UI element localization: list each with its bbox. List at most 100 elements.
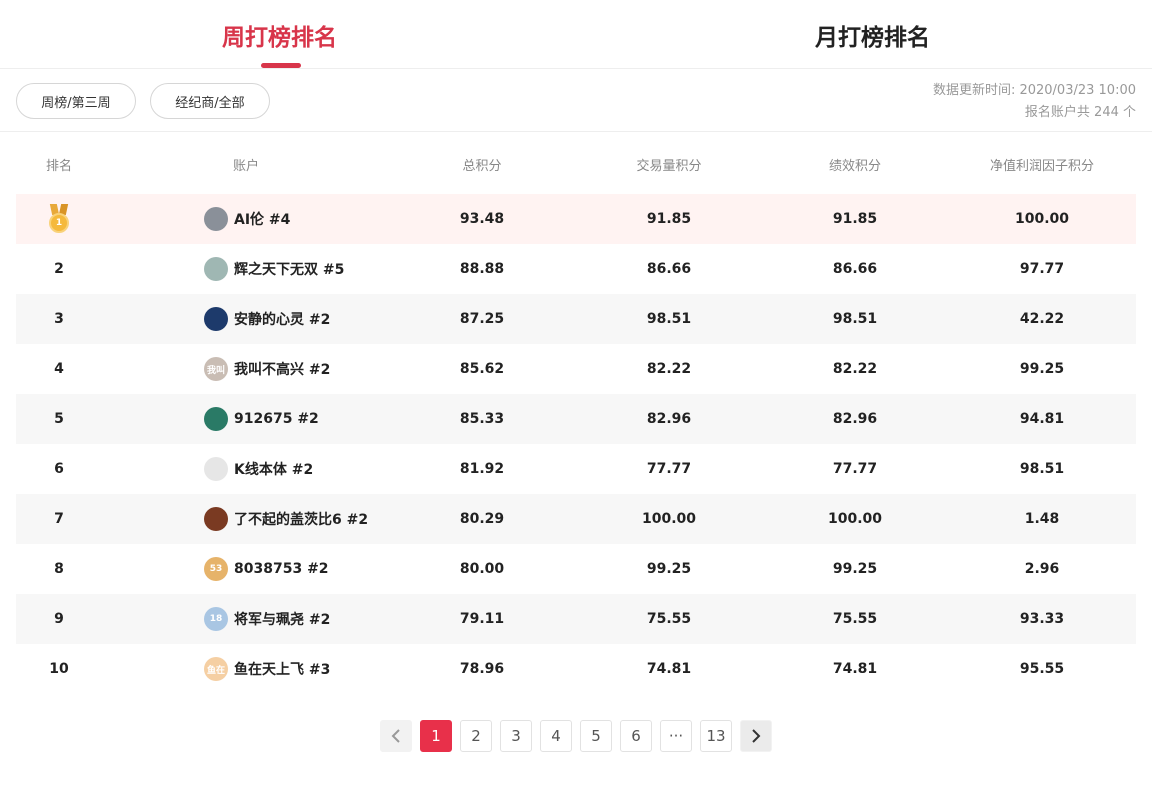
nav-factor-score-cell: 95.55 xyxy=(1019,661,1065,677)
avatar: 18 xyxy=(204,607,228,631)
account-cell[interactable]: 我叫 我叫不高兴 #2 xyxy=(204,344,444,394)
account-cell[interactable]: 辉之天下无双 #5 xyxy=(204,244,444,294)
active-tab-indicator xyxy=(261,63,301,68)
account-cell[interactable]: AI伦 #4 xyxy=(204,194,444,244)
volume-score-cell: 82.96 xyxy=(646,411,692,427)
account-name[interactable]: 鱼在天上飞 #3 xyxy=(234,659,330,679)
total-score-cell: 79.11 xyxy=(459,611,505,627)
table-header: 排名 账户 总积分 交易量积分 绩效积分 净值利润因子积分 xyxy=(16,140,1136,188)
account-cell[interactable]: 鱼在 鱼在天上飞 #3 xyxy=(204,644,444,694)
nav-factor-score-cell: 99.25 xyxy=(1019,361,1065,377)
column-header-total: 总积分 xyxy=(462,159,502,174)
account-name[interactable]: AI伦 #4 xyxy=(234,209,290,229)
volume-score-cell: 98.51 xyxy=(646,311,692,327)
rank-cell: 9 xyxy=(54,611,64,627)
total-score-cell: 93.48 xyxy=(459,211,505,227)
rank-cell: 2 xyxy=(54,261,64,277)
pagination: 1 2 3 4 5 6 ··· 13 xyxy=(0,720,1152,752)
total-score-cell: 85.62 xyxy=(459,361,505,377)
account-name[interactable]: 8038753 #2 xyxy=(234,561,329,577)
account-name[interactable]: 将军与珮尧 #2 xyxy=(234,609,330,629)
account-cell[interactable]: 53 8038753 #2 xyxy=(204,544,444,594)
chevron-left-icon[interactable] xyxy=(380,720,412,752)
nav-factor-score-cell: 42.22 xyxy=(1019,311,1065,327)
table-row[interactable]: 5 912675 #2 85.33 82.96 82.96 94.81 xyxy=(16,394,1136,444)
performance-score-cell: 100.00 xyxy=(827,511,883,527)
page-button[interactable]: 3 xyxy=(500,720,532,752)
period-filter-button[interactable]: 周榜/第三周 xyxy=(16,83,136,119)
account-name[interactable]: 辉之天下无双 #5 xyxy=(234,259,344,279)
account-name[interactable]: 了不起的盖茨比6 #2 xyxy=(234,509,368,529)
page-button[interactable]: 4 xyxy=(540,720,572,752)
account-cell[interactable]: K线本体 #2 xyxy=(204,444,444,494)
account-name[interactable]: K线本体 #2 xyxy=(234,459,313,479)
nav-factor-score-cell: 98.51 xyxy=(1019,461,1065,477)
column-header-account: 账户 xyxy=(232,159,259,174)
volume-score-cell: 100.00 xyxy=(641,511,697,527)
volume-score-cell: 86.66 xyxy=(646,261,692,277)
account-cell[interactable]: 了不起的盖茨比6 #2 xyxy=(204,494,444,544)
table-row[interactable]: 1 AI伦 #4 93.48 91.85 91.85 100.00 xyxy=(16,194,1136,244)
pagination-ellipsis[interactable]: ··· xyxy=(660,720,692,752)
column-header-nav-factor: 净值利润因子积分 xyxy=(989,159,1094,174)
page-button[interactable]: 13 xyxy=(700,720,732,752)
rank-cell: 8 xyxy=(54,561,64,577)
table-row[interactable]: 7 了不起的盖茨比6 #2 80.29 100.00 100.00 1.48 xyxy=(16,494,1136,544)
gold-medal-icon: 1 xyxy=(48,204,70,234)
avatar: 我叫 xyxy=(204,357,228,381)
table-row[interactable]: 6 K线本体 #2 81.92 77.77 77.77 98.51 xyxy=(16,444,1136,494)
volume-score-cell: 91.85 xyxy=(646,211,692,227)
volume-score-cell: 74.81 xyxy=(646,661,692,677)
rank-cell: 4 xyxy=(54,361,64,377)
column-header-rank: 排名 xyxy=(45,159,72,174)
performance-score-cell: 74.81 xyxy=(832,661,878,677)
account-cell[interactable]: 安静的心灵 #2 xyxy=(204,294,444,344)
total-score-cell: 88.88 xyxy=(459,261,505,277)
performance-score-cell: 99.25 xyxy=(832,561,878,577)
avatar xyxy=(204,307,228,331)
table-row[interactable]: 8 53 8038753 #2 80.00 99.25 99.25 2.96 xyxy=(16,544,1136,594)
performance-score-cell: 75.55 xyxy=(832,611,878,627)
column-header-performance: 绩效积分 xyxy=(828,159,881,174)
table-row[interactable]: 2 辉之天下无双 #5 88.88 86.66 86.66 97.77 xyxy=(16,244,1136,294)
table-row[interactable]: 3 安静的心灵 #2 87.25 98.51 98.51 42.22 xyxy=(16,294,1136,344)
page-button[interactable]: 1 xyxy=(420,720,452,752)
chevron-right-icon[interactable] xyxy=(740,720,772,752)
nav-factor-score-cell: 1.48 xyxy=(1024,511,1060,527)
tab-weekly-ranking[interactable]: 周打榜排名 xyxy=(222,18,337,52)
volume-score-cell: 99.25 xyxy=(646,561,692,577)
performance-score-cell: 77.77 xyxy=(832,461,878,477)
avatar xyxy=(204,507,228,531)
broker-filter-button[interactable]: 经纪商/全部 xyxy=(150,83,270,119)
total-score-cell: 78.96 xyxy=(459,661,505,677)
nav-factor-score-cell: 97.77 xyxy=(1019,261,1065,277)
update-info: 数据更新时间: 2020/03/23 10:00 报名账户共 244 个 xyxy=(933,80,1136,124)
page-button[interactable]: 5 xyxy=(580,720,612,752)
nav-factor-score-cell: 93.33 xyxy=(1019,611,1065,627)
ranking-table-body: 1 AI伦 #4 93.48 91.85 91.85 100.00 2 辉之天下无双 #5 88… xyxy=(16,194,1136,694)
rank-cell: 10 xyxy=(49,661,69,677)
total-score-cell: 80.00 xyxy=(459,561,505,577)
column-header-volume: 交易量积分 xyxy=(636,159,702,174)
volume-score-cell: 77.77 xyxy=(646,461,692,477)
table-row[interactable]: 4 我叫 我叫不高兴 #2 85.62 82.22 82.22 99.25 xyxy=(16,344,1136,394)
tab-monthly-ranking[interactable]: 月打榜排名 xyxy=(815,18,930,52)
table-row[interactable]: 10 鱼在 鱼在天上飞 #3 78.96 74.81 74.81 95.55 xyxy=(16,644,1136,694)
total-score-cell: 81.92 xyxy=(459,461,505,477)
rank-cell: 7 xyxy=(54,511,64,527)
page-button[interactable]: 2 xyxy=(460,720,492,752)
performance-score-cell: 82.96 xyxy=(832,411,878,427)
performance-score-cell: 91.85 xyxy=(832,211,878,227)
account-cell[interactable]: 18 将军与珮尧 #2 xyxy=(204,594,444,644)
account-name[interactable]: 安静的心灵 #2 xyxy=(234,309,330,329)
account-cell[interactable]: 912675 #2 xyxy=(204,394,444,444)
table-row[interactable]: 9 18 将军与珮尧 #2 79.11 75.55 75.55 93.33 xyxy=(16,594,1136,644)
account-name[interactable]: 我叫不高兴 #2 xyxy=(234,359,330,379)
avatar xyxy=(204,407,228,431)
account-count: 报名账户共 244 个 xyxy=(1024,105,1136,120)
update-time: 数据更新时间: 2020/03/23 10:00 xyxy=(932,83,1136,98)
page-button[interactable]: 6 xyxy=(620,720,652,752)
account-name[interactable]: 912675 #2 xyxy=(234,411,319,427)
rank-cell: 1 xyxy=(9,194,109,244)
filter-bar: 周榜/第三周 经纪商/全部 数据更新时间: 2020/03/23 10:00 报… xyxy=(0,69,1152,132)
